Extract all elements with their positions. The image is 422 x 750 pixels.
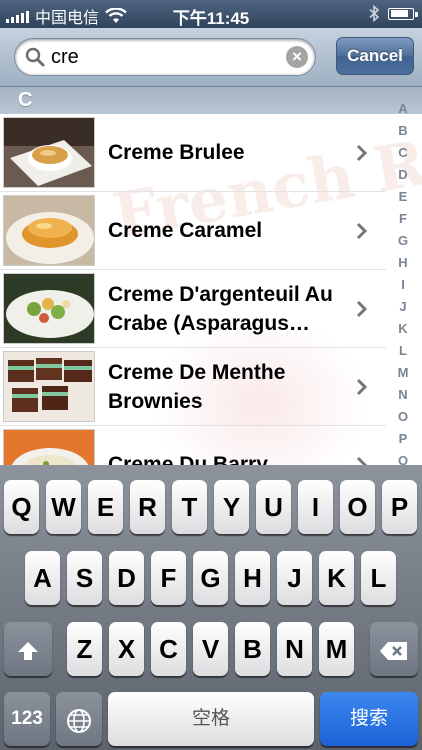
key-n[interactable]: N [277, 622, 312, 676]
recipe-thumbnail [3, 429, 95, 465]
key-t[interactable]: T [172, 480, 207, 534]
index-letter-i[interactable]: I [401, 274, 405, 296]
globe-key[interactable] [56, 692, 102, 746]
key-q[interactable]: Q [4, 480, 39, 534]
key-v[interactable]: V [193, 622, 228, 676]
key-u[interactable]: U [256, 480, 291, 534]
key-a[interactable]: A [25, 551, 60, 605]
recipe-title: Creme Du Barry [108, 453, 268, 465]
key-g[interactable]: G [193, 551, 228, 605]
index-letter-n[interactable]: N [398, 384, 407, 406]
globe-icon [67, 709, 91, 734]
battery-level [390, 10, 409, 17]
key-z[interactable]: Z [67, 622, 102, 676]
results-list[interactable]: French Recipes Creme Brulee Creme Carame… [0, 114, 422, 465]
key-e[interactable]: E [88, 480, 123, 534]
space-key[interactable]: 空格 [108, 692, 314, 746]
status-bar: 中国电信 下午11:45 [0, 0, 422, 28]
recipe-title: Creme D'argenteuil Au Crabe (Asparagus S… [108, 282, 333, 335]
recipe-thumbnail [3, 117, 95, 188]
cancel-button[interactable]: Cancel [336, 37, 414, 75]
status-time: 下午11:45 [172, 9, 250, 28]
key-c[interactable]: C [151, 622, 186, 676]
result-row[interactable]: Creme Brulee [0, 114, 386, 192]
chevron-right-icon [356, 144, 368, 162]
index-letter-f[interactable]: F [399, 208, 407, 230]
index-letter-c[interactable]: C [398, 142, 407, 164]
chevron-right-icon [356, 222, 368, 240]
index-letter-p[interactable]: P [399, 428, 408, 450]
section-header: C [0, 87, 422, 114]
chevron-right-icon [356, 456, 368, 465]
key-j[interactable]: J [277, 551, 312, 605]
clear-search-icon[interactable]: × [286, 46, 308, 68]
result-row[interactable]: Creme De Menthe Brownies [0, 348, 386, 426]
chevron-right-icon [356, 378, 368, 396]
key-k[interactable]: K [319, 551, 354, 605]
bluetooth-icon [369, 5, 380, 22]
recipe-thumbnail [3, 195, 95, 266]
recipe-thumbnail [3, 351, 95, 422]
index-letter-a[interactable]: A [398, 98, 407, 120]
key-r[interactable]: R [130, 480, 165, 534]
chevron-right-icon [356, 300, 368, 318]
key-h[interactable]: H [235, 551, 270, 605]
search-input[interactable] [51, 43, 271, 71]
key-m[interactable]: M [319, 622, 354, 676]
index-letter-q[interactable]: Q [398, 450, 408, 465]
keyboard: Q W E R T Y U I O P A S D F G H J K L Z … [0, 465, 422, 750]
index-letter-b[interactable]: B [398, 120, 407, 142]
key-d[interactable]: D [109, 551, 144, 605]
key-o[interactable]: O [340, 480, 375, 534]
shift-key[interactable] [4, 622, 52, 676]
delete-key[interactable] [370, 622, 418, 676]
recipe-title: Creme Brulee [108, 141, 245, 164]
search-field[interactable]: × [14, 38, 316, 76]
recipe-title: Creme Caramel [108, 219, 263, 242]
key-b[interactable]: B [235, 622, 270, 676]
numbers-key[interactable]: 123 [4, 692, 50, 746]
result-row[interactable]: Creme Caramel [0, 192, 386, 270]
index-letter-m[interactable]: M [398, 362, 409, 384]
key-w[interactable]: W [46, 480, 81, 534]
key-y[interactable]: Y [214, 480, 249, 534]
key-x[interactable]: X [109, 622, 144, 676]
key-f[interactable]: F [151, 551, 186, 605]
recipe-title: Creme De Menthe Brownies [108, 360, 286, 413]
result-row[interactable]: Creme Du Barry [0, 426, 386, 465]
search-key[interactable]: 搜索 [320, 692, 418, 746]
backspace-icon [380, 642, 407, 661]
index-letter-e[interactable]: E [399, 186, 408, 208]
index-letter-h[interactable]: H [398, 252, 407, 274]
section-index-bar[interactable]: ABCDEFGHIJKLMNOPQ [394, 98, 412, 465]
battery-icon [388, 7, 418, 20]
search-bar: × Cancel [0, 28, 422, 87]
recipe-thumbnail [3, 273, 95, 344]
index-letter-o[interactable]: O [398, 406, 408, 428]
search-icon [25, 47, 45, 67]
key-l[interactable]: L [361, 551, 396, 605]
result-row[interactable]: Creme D'argenteuil Au Crabe (Asparagus S… [0, 270, 386, 348]
key-s[interactable]: S [67, 551, 102, 605]
key-i[interactable]: I [298, 480, 333, 534]
shift-icon [18, 642, 38, 661]
index-letter-l[interactable]: L [399, 340, 407, 362]
index-letter-j[interactable]: J [399, 296, 406, 318]
key-p[interactable]: P [382, 480, 417, 534]
index-letter-k[interactable]: K [398, 318, 407, 340]
index-letter-d[interactable]: D [398, 164, 407, 186]
index-letter-g[interactable]: G [398, 230, 408, 252]
